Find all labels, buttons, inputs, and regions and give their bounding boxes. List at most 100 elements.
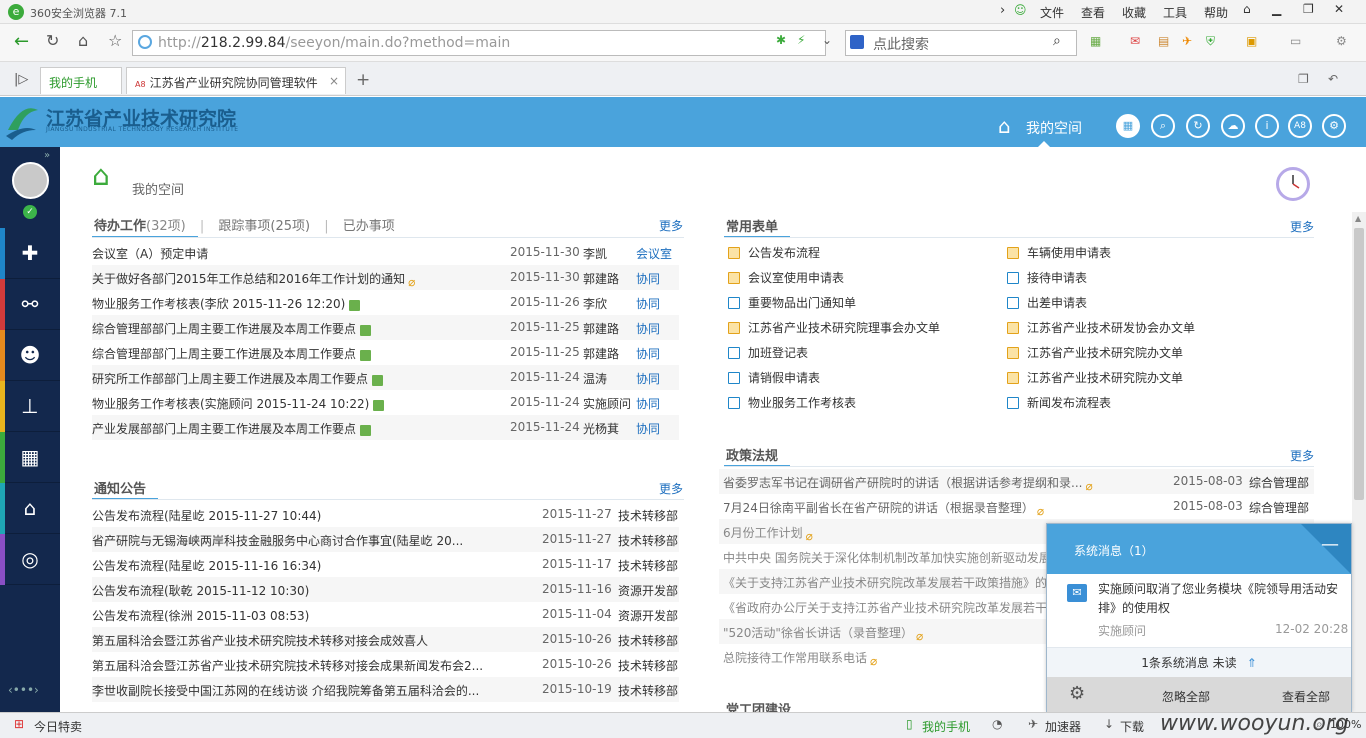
- row-title[interactable]: 《关于支持江苏省产业技术研究院改革发展若干政策措施》的: [723, 574, 1047, 591]
- minimize-icon[interactable]: ▁: [1272, 2, 1281, 16]
- search-icon[interactable]: ⌕: [1151, 114, 1175, 138]
- avatar[interactable]: [12, 162, 49, 199]
- table-row[interactable]: 物业服务工作考核表(实施顾问 2015-11-24 10:22) 2015-11-…: [92, 390, 679, 415]
- row-title[interactable]: 《省政府办公厅关于支持江苏省产业技术研究院改革发展若干: [723, 599, 1047, 616]
- user-icon[interactable]: ☺: [1014, 3, 1027, 17]
- menu-file[interactable]: 文件: [1040, 4, 1064, 21]
- row-title[interactable]: 会议室（A）预定申请: [92, 245, 208, 262]
- home-icon[interactable]: ⌂: [78, 31, 88, 50]
- home-icon[interactable]: ⌂: [1243, 2, 1251, 16]
- row-title[interactable]: "520活动"徐省长讲话（录音整理） ⌀: [723, 624, 923, 643]
- form-link[interactable]: 出差申请表: [1007, 294, 1087, 311]
- row-type[interactable]: 协同: [636, 345, 660, 362]
- row-title[interactable]: 公告发布流程(徐洲 2015-11-03 08:53): [92, 607, 309, 624]
- form-link[interactable]: 会议室使用申请表: [728, 269, 844, 286]
- table-row[interactable]: 省委罗志军书记在调研省产研院时的讲话（根据讲话参考提纲和录... ⌀ 2015-08…: [719, 469, 1314, 494]
- expand-icon[interactable]: »: [44, 150, 50, 161]
- tab-pending[interactable]: 待办工作(32项): [94, 219, 186, 234]
- forms-more-link[interactable]: 更多: [1290, 218, 1314, 235]
- row-title[interactable]: 第五届科洽会暨江苏省产业技术研究院技术转移对接会成效喜人: [92, 632, 428, 649]
- form-link[interactable]: 江苏省产业技术研究院办文单: [1007, 344, 1183, 361]
- table-row[interactable]: 7月24日徐南平副省长在省产研院的讲话（根据录音整理） ⌀ 2015-08-03 综合…: [719, 494, 1314, 519]
- lightning-icon[interactable]: ⚡: [797, 33, 805, 47]
- table-row[interactable]: 公告发布流程(耿乾 2015-11-12 10:30) 2015-11-16 资源开…: [92, 577, 679, 602]
- close-tab-icon[interactable]: ×: [329, 74, 339, 88]
- popup-count-bar[interactable]: 1条系统消息 未读 ⇑: [1047, 647, 1351, 677]
- table-row[interactable]: 李世收副院长接受中国江苏网的在线访谈 介绍我院筹备第五届科洽会的... 2015-…: [92, 677, 679, 702]
- row-title[interactable]: 中共中央 国务院关于深化体制机制改革加快实施创新驱动发展: [723, 549, 1051, 566]
- more-dots-icon[interactable]: ‹•••›: [8, 683, 39, 697]
- form-link[interactable]: 请销假申请表: [728, 369, 820, 386]
- gear-icon[interactable]: ⚙: [1069, 683, 1085, 704]
- pending-more-link[interactable]: 更多: [659, 217, 683, 234]
- sidebar-item-target[interactable]: ◎: [0, 534, 60, 585]
- close-icon[interactable]: ✕: [1334, 2, 1344, 16]
- info-icon[interactable]: i: [1255, 114, 1279, 138]
- speed-icon[interactable]: ◔: [992, 717, 1002, 731]
- table-row[interactable]: 关于做好各部门2015年工作总结和2016年工作计划的通知 ⌀ 2015-11-30…: [92, 265, 679, 290]
- table-row[interactable]: 第五届科洽会暨江苏省产业技术研究院技术转移对接会成果新闻发布会2... 2015-…: [92, 652, 679, 677]
- window-icon[interactable]: ❐: [1298, 72, 1309, 86]
- form-link[interactable]: 新闻发布流程表: [1007, 394, 1111, 411]
- table-row[interactable]: 综合管理部部门上周主要工作进展及本周工作要点 2015-11-25 郭建路 协同: [92, 340, 679, 365]
- shield-icon[interactable]: ⛨: [1206, 34, 1215, 49]
- cloud-icon[interactable]: ☁: [1221, 114, 1245, 138]
- menu-view[interactable]: 查看: [1081, 4, 1105, 21]
- gear-icon[interactable]: ⚙: [1322, 114, 1346, 138]
- row-title[interactable]: 省委罗志军书记在调研省产研院时的讲话（根据讲话参考提纲和录... ⌀: [723, 474, 1093, 493]
- row-title[interactable]: 公告发布流程(耿乾 2015-11-12 10:30): [92, 582, 309, 599]
- row-title[interactable]: 关于做好各部门2015年工作总结和2016年工作计划的通知 ⌀: [92, 270, 415, 289]
- nav-my-space[interactable]: 我的空间: [1026, 118, 1082, 138]
- minimize-icon[interactable]: —: [1321, 534, 1339, 555]
- table-row[interactable]: 产业发展部部门上周主要工作进展及本周工作要点 2015-11-24 光杨萁 协同: [92, 415, 679, 440]
- refresh-icon[interactable]: ↻: [1186, 114, 1210, 138]
- row-type[interactable]: 协同: [636, 295, 660, 312]
- row-type[interactable]: 协同: [636, 270, 660, 287]
- a8-icon[interactable]: A8: [1288, 114, 1312, 138]
- home-icon[interactable]: ⌂: [998, 114, 1011, 138]
- table-row[interactable]: 公告发布流程(陆星屹 2015-11-27 10:44) 2015-11-27 技术…: [92, 502, 679, 527]
- row-title[interactable]: 公告发布流程(陆星屹 2015-11-27 10:44): [92, 507, 321, 524]
- notice-more-link[interactable]: 更多: [659, 480, 683, 497]
- mail-icon[interactable]: ✉: [1130, 34, 1140, 48]
- sidebar-item-new[interactable]: ✚: [0, 228, 60, 279]
- form-link[interactable]: 重要物品出门通知单: [728, 294, 856, 311]
- row-title[interactable]: 研究所工作部部门上周主要工作进展及本周工作要点: [92, 370, 384, 387]
- form-link[interactable]: 江苏省产业技术研究院理事会办文单: [728, 319, 940, 336]
- menu-help[interactable]: 帮助: [1204, 4, 1228, 21]
- grid-icon[interactable]: ▦: [1116, 114, 1140, 138]
- status-download[interactable]: 下载: [1120, 718, 1144, 735]
- popup-message[interactable]: 实施顾问取消了您业务模块《院领导用活动安排》的使用权: [1098, 580, 1338, 618]
- form-link[interactable]: 车辆使用申请表: [1007, 244, 1111, 261]
- form-link[interactable]: 接待申请表: [1007, 269, 1087, 286]
- row-title[interactable]: 物业服务工作考核表(李欣 2015-11-26 12:20): [92, 295, 361, 312]
- apps-icon[interactable]: ▦: [1090, 34, 1101, 48]
- row-title[interactable]: 公告发布流程(陆星屹 2015-11-16 16:34): [92, 557, 321, 574]
- tab-tracking[interactable]: 跟踪事项(25项): [218, 219, 310, 234]
- tab-done[interactable]: 已办事项: [343, 219, 395, 234]
- status-mobile[interactable]: 我的手机: [922, 718, 970, 735]
- row-title[interactable]: 物业服务工作考核表(实施顾问 2015-11-24 10:22): [92, 395, 385, 412]
- bookmark-icon[interactable]: ▣: [1246, 34, 1257, 48]
- sidebar-toggle-icon[interactable]: |▷: [14, 72, 28, 87]
- form-link[interactable]: 物业服务工作考核表: [728, 394, 856, 411]
- form-link[interactable]: 江苏省产业技术研发协会办文单: [1007, 319, 1195, 336]
- sidebar-item-chart[interactable]: ⌂: [0, 483, 60, 534]
- news-icon[interactable]: ▤: [1158, 34, 1169, 48]
- reload-icon[interactable]: ↻: [46, 31, 59, 50]
- status-zoom[interactable]: 100%: [1330, 718, 1361, 731]
- tab-oa[interactable]: A8 江苏省产业研究院协同管理软件 ×: [126, 67, 346, 94]
- clock-icon[interactable]: [1276, 167, 1310, 201]
- form-link[interactable]: 江苏省产业技术研究院办文单: [1007, 369, 1183, 386]
- chevron-right-icon[interactable]: ›: [1000, 3, 1005, 18]
- row-title[interactable]: 产业发展部部门上周主要工作进展及本周工作要点: [92, 420, 372, 437]
- tools-icon[interactable]: ⚙: [1336, 34, 1347, 48]
- menu-favorites[interactable]: 收藏: [1122, 4, 1146, 21]
- table-row[interactable]: 第五届科洽会暨江苏省产业技术研究院技术转移对接会成效喜人 2015-10-26 技术…: [92, 627, 679, 652]
- sidebar-item-people[interactable]: ☻: [0, 330, 60, 381]
- back-icon[interactable]: ←: [14, 31, 29, 52]
- row-type[interactable]: 会议室: [636, 245, 672, 262]
- undo-icon[interactable]: ↶: [1328, 72, 1338, 86]
- tab-my-phone[interactable]: 我的手机: [40, 67, 122, 94]
- row-type[interactable]: 协同: [636, 395, 660, 412]
